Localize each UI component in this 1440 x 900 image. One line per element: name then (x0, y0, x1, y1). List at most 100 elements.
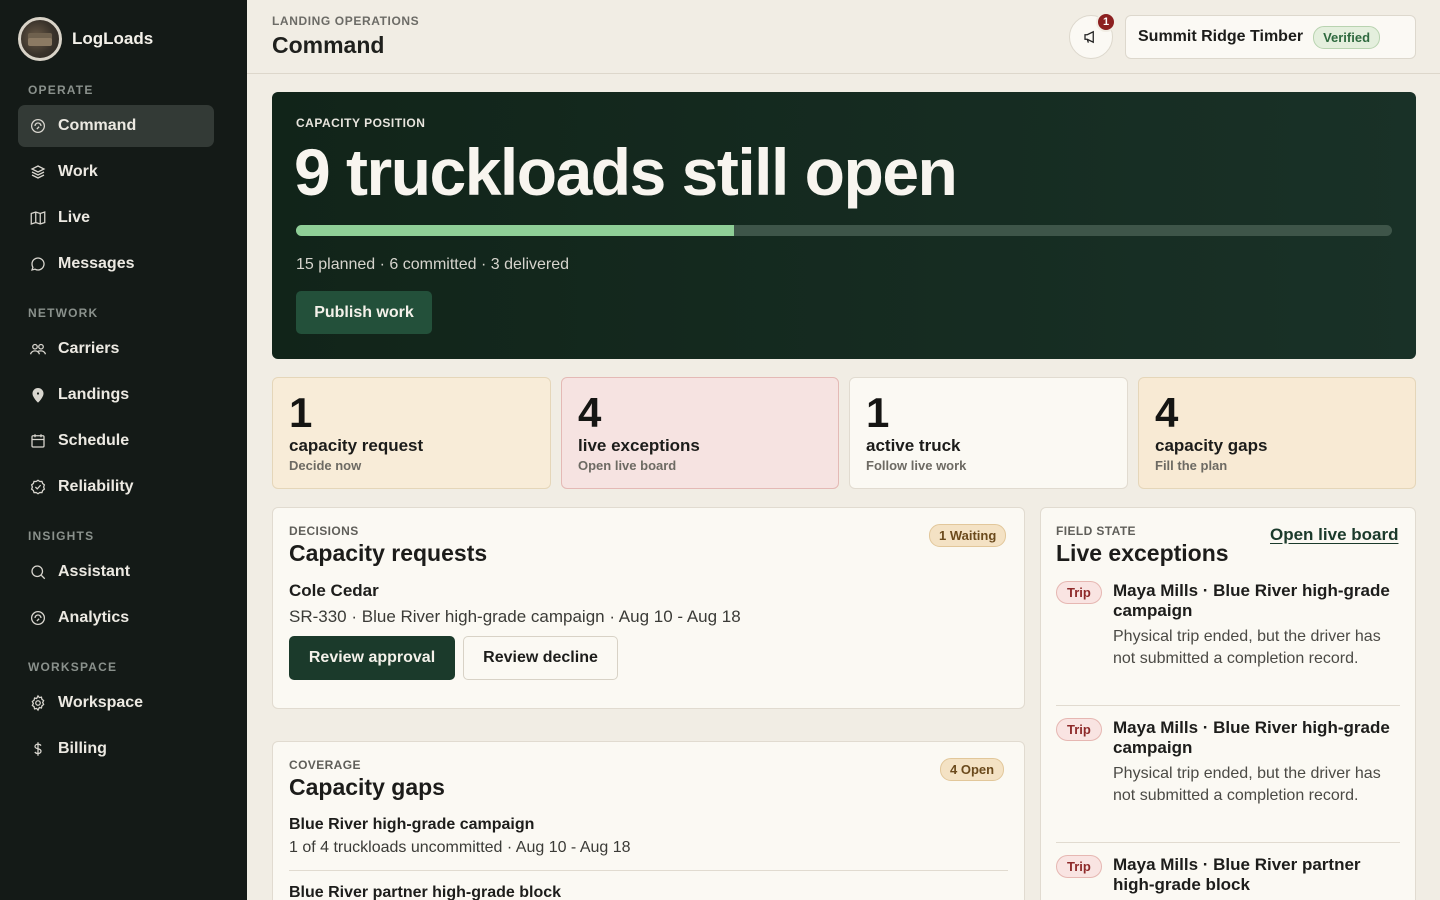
badge-check-icon (30, 479, 46, 495)
sidebar-item-carriers[interactable]: Carriers (18, 328, 214, 370)
capacity-hero: CAPACITY POSITION 9 truckloads still ope… (272, 92, 1416, 359)
divider (1056, 705, 1400, 706)
layers-icon (30, 165, 46, 179)
sidebar-item-assistant[interactable]: Assistant (18, 551, 214, 593)
sidebar-item-label: Carriers (58, 340, 120, 357)
stat-sub: Decide now (289, 458, 362, 473)
capacity-progress-bar (296, 225, 1392, 236)
live-exceptions-panel: FIELD STATE Live exceptions Open live bo… (1040, 507, 1416, 900)
verified-badge: Verified (1313, 25, 1381, 49)
stat-card-capacity-request[interactable]: 1 capacity request Decide now (272, 377, 551, 489)
org-switcher[interactable]: Summit Ridge Timber Verified (1125, 15, 1416, 59)
gap-name: Blue River high-grade campaign (289, 816, 535, 833)
breadcrumb: LANDING OPERATIONS (272, 14, 420, 28)
top-header: LANDING OPERATIONS Command 1 Summit Ridg… (247, 0, 1440, 74)
sidebar-item-label: Live (58, 209, 91, 226)
exception-item[interactable]: Trip Maya Mills · Blue River partner hig… (1056, 855, 1400, 900)
sidebar-item-label: Landings (58, 386, 130, 403)
analytics-icon (30, 610, 46, 626)
trip-tag: Trip (1056, 855, 1102, 878)
sidebar-item-label: Analytics (58, 609, 130, 626)
megaphone-icon (1084, 30, 1094, 44)
open-live-board-link[interactable]: Open live board (1270, 525, 1398, 545)
calendar-icon (31, 434, 45, 448)
request-detail: SR-330 · Blue River high-grade campaign … (289, 607, 741, 626)
sidebar-item-command[interactable]: Command (18, 105, 214, 147)
sidebar-item-live[interactable]: Live (18, 197, 214, 239)
publish-work-button[interactable]: Publish work (296, 291, 432, 334)
search-icon (31, 565, 46, 580)
stat-value: 1 (289, 389, 313, 436)
hero-kicker: CAPACITY POSITION (296, 116, 426, 130)
stat-card-active-truck[interactable]: 1 active truck Follow live work (849, 377, 1128, 489)
sidebar-item-workspace[interactable]: Workspace (18, 682, 214, 724)
nav-group-network: NETWORK (28, 306, 99, 320)
exception-body: Physical trip ended, but the driver has … (1113, 628, 1381, 667)
exception-body: Physical trip ended, but the driver has … (1113, 765, 1381, 804)
request-carrier-name: Cole Cedar (289, 581, 379, 600)
gap-item[interactable]: Blue River partner high-grade block (289, 884, 561, 900)
nav-group-insights: INSIGHTS (28, 529, 95, 543)
capacity-gaps-panel: COVERAGE Capacity gaps 4 Open Blue River… (272, 741, 1025, 900)
page-title: Command (272, 32, 385, 58)
open-badge: 4 Open (940, 758, 1005, 781)
nav-group-operate: OPERATE (28, 83, 94, 97)
sidebar-item-messages[interactable]: Messages (18, 243, 214, 285)
capacity-summary: 15 planned · 6 committed · 3 delivered (296, 256, 570, 273)
sidebar-item-label: Reliability (58, 478, 134, 495)
stat-label: capacity gaps (1155, 436, 1268, 455)
gap-detail: 1 of 4 truckloads uncommitted · Aug 10 -… (289, 839, 631, 856)
users-icon (29, 343, 47, 355)
org-name: Summit Ridge Timber (1138, 28, 1304, 45)
stat-sub: Follow live work (866, 458, 967, 473)
stat-card-live-exceptions[interactable]: 4 live exceptions Open live board (561, 377, 839, 489)
command-icon (30, 118, 46, 134)
sidebar-item-label: Billing (58, 740, 107, 757)
stat-label: capacity request (289, 436, 424, 455)
stat-sub: Open live board (578, 458, 677, 473)
panel-title: Capacity gaps (289, 774, 445, 800)
brand[interactable]: LogLoads (18, 17, 153, 61)
notification-count-badge: 1 (1096, 12, 1116, 32)
panel-kicker: DECISIONS (289, 524, 359, 538)
waiting-badge: 1 Waiting (929, 524, 1007, 547)
sidebar-item-billing[interactable]: Billing (18, 728, 214, 770)
pin-icon (32, 388, 44, 403)
gap-name: Blue River partner high-grade block (289, 884, 562, 900)
map-icon (30, 211, 46, 225)
divider (1056, 842, 1400, 843)
panel-title: Capacity requests (289, 540, 488, 566)
trip-tag: Trip (1056, 581, 1102, 604)
stat-label: live exceptions (578, 436, 700, 455)
review-approval-button[interactable]: Review approval (289, 636, 455, 680)
brand-name: LogLoads (72, 29, 154, 48)
stat-value: 4 (1155, 389, 1179, 436)
panel-kicker: COVERAGE (289, 758, 361, 772)
exception-title: Maya Mills · Blue River high-grade campa… (1113, 581, 1390, 620)
exception-title: Maya Mills · Blue River high-grade campa… (1113, 718, 1390, 757)
hero-title: 9 truckloads still open (294, 135, 958, 209)
trip-tag: Trip (1056, 718, 1102, 741)
review-decline-button[interactable]: Review decline (463, 636, 618, 680)
stat-card-capacity-gaps[interactable]: 4 capacity gaps Fill the plan (1138, 377, 1416, 489)
brand-logo (18, 17, 62, 61)
exception-item[interactable]: Trip Maya Mills · Blue River high-grade … (1056, 718, 1400, 843)
divider (289, 870, 1008, 871)
exception-item[interactable]: Trip Maya Mills · Blue River high-grade … (1056, 581, 1400, 706)
gap-item[interactable]: Blue River high-grade campaign 1 of 4 tr… (289, 816, 631, 857)
nav-group-workspace: WORKSPACE (28, 660, 118, 674)
sidebar-item-analytics[interactable]: Analytics (18, 597, 214, 639)
exception-title: Maya Mills · Blue River partner high-gra… (1113, 855, 1361, 894)
stat-value: 1 (866, 389, 890, 436)
sidebar-item-label: Assistant (58, 563, 131, 580)
sidebar-item-work[interactable]: Work (18, 151, 214, 193)
dollar-icon (34, 742, 42, 756)
capacity-progress-fill (296, 225, 735, 236)
chat-icon (31, 257, 45, 271)
stat-sub: Fill the plan (1155, 458, 1228, 473)
sidebar-item-schedule[interactable]: Schedule (18, 420, 214, 462)
sidebar-item-label: Messages (58, 255, 135, 272)
stat-value: 4 (578, 389, 602, 436)
sidebar-item-reliability[interactable]: Reliability (18, 466, 214, 508)
sidebar-item-landings[interactable]: Landings (18, 374, 214, 416)
